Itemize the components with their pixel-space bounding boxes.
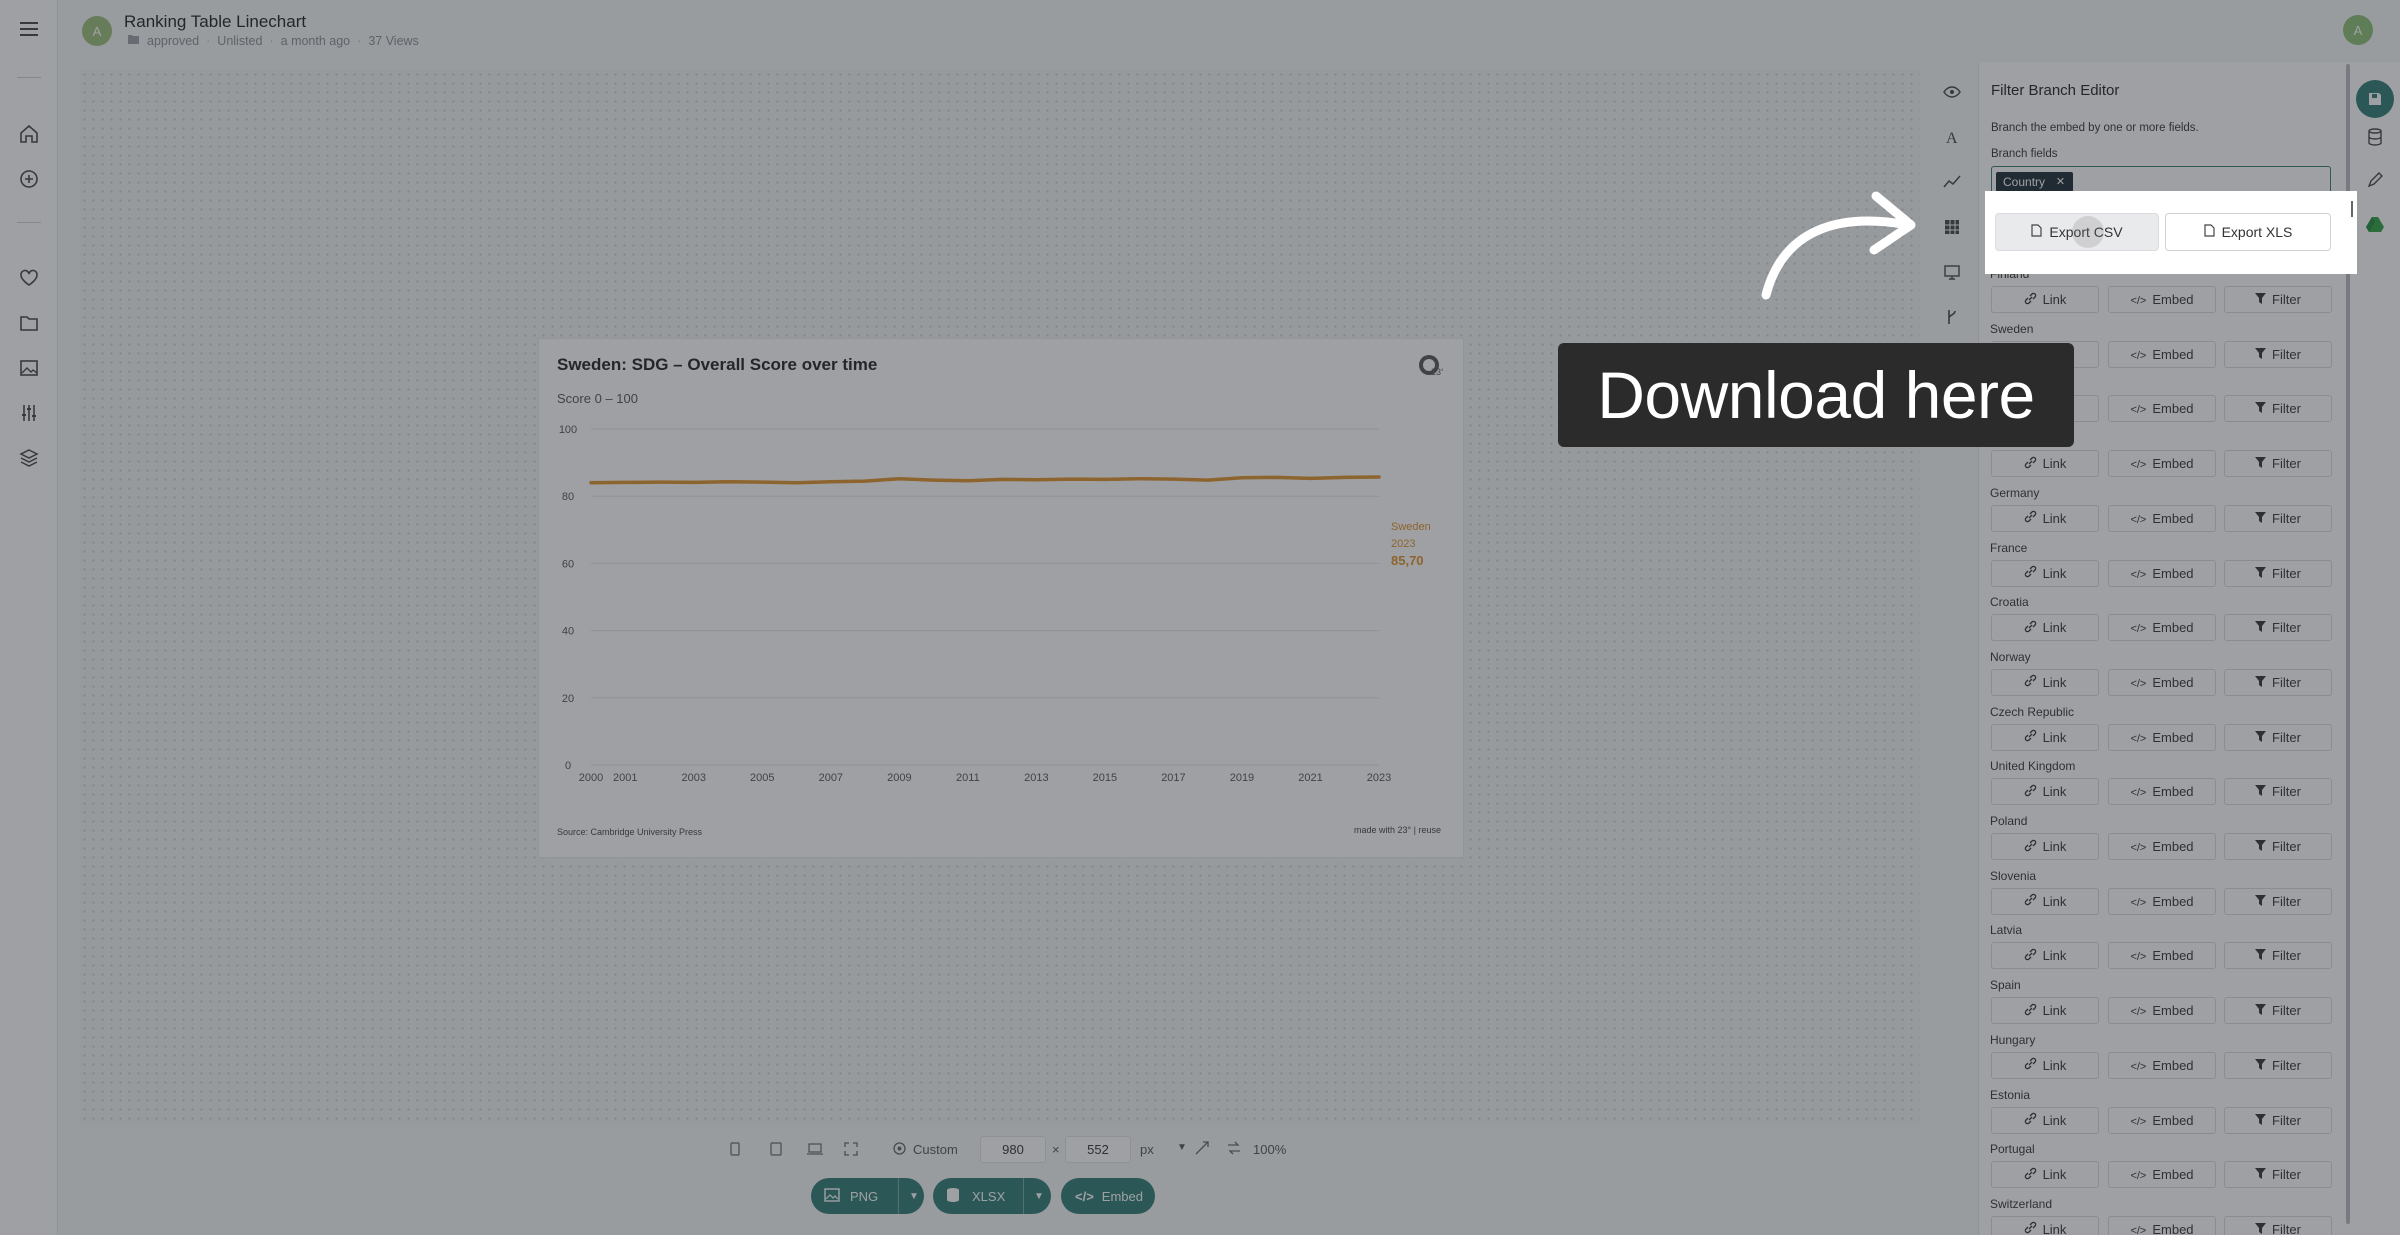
download-callout: Download here: [1558, 343, 2074, 447]
click-indicator: [2072, 216, 2104, 248]
highlight-scrollbar: [2351, 201, 2353, 217]
export-highlight: Export CSV Export XLS: [1985, 191, 2357, 274]
pointer-arrow-icon: [1761, 191, 1916, 300]
tutorial-overlay: [0, 0, 2400, 1235]
file-icon: [2031, 224, 2043, 240]
export-xls-label: Export XLS: [2221, 224, 2293, 240]
file-icon: [2203, 224, 2215, 240]
export-xls-button[interactable]: Export XLS: [2165, 213, 2331, 251]
